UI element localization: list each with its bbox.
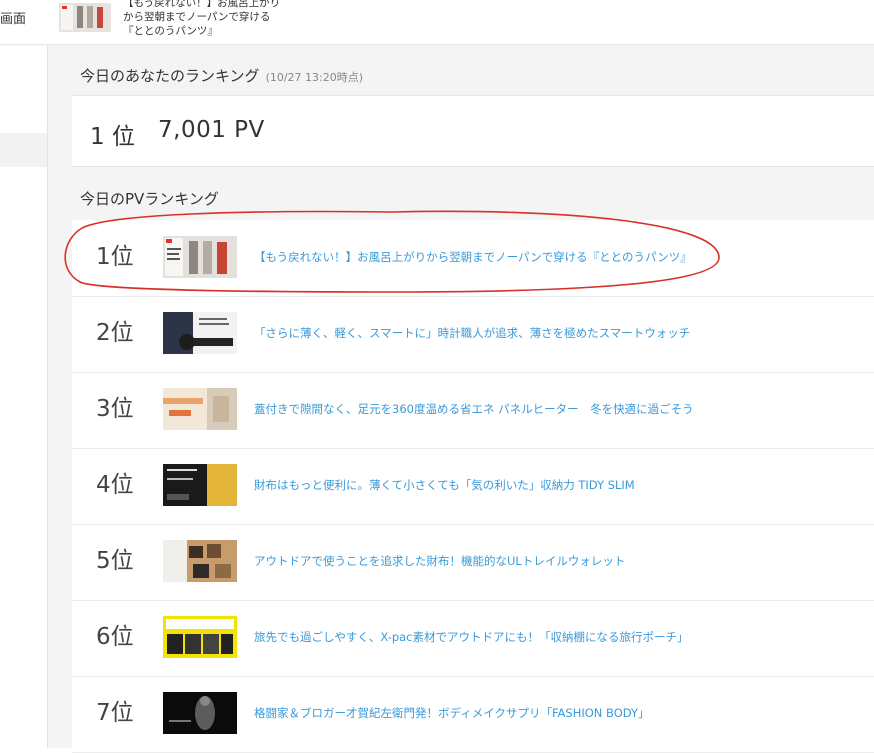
my-ranking-card: 1 位 7,001 PV xyxy=(72,95,874,167)
ranking-item-link[interactable]: 「さらに薄く、軽く、スマートに」時計職人が追求、薄さを極めたスマートウォッチ xyxy=(254,325,690,341)
my-pv-value: 7,001 PV xyxy=(158,117,265,143)
item-thumbnail-4[interactable] xyxy=(163,464,237,506)
ranking-item-link[interactable]: 格闘家＆ブロガー才賀紀左衛門発！ボディメイクサプリ「FASHION BODY」 xyxy=(254,705,650,721)
item-thumbnail-2[interactable] xyxy=(163,312,237,354)
rank-label: 7位 xyxy=(96,700,134,726)
top-bar-label: 画面 xyxy=(0,12,27,27)
rank-label: 2位 xyxy=(96,320,134,346)
sidebar-selected-item[interactable] xyxy=(0,133,47,167)
my-rank-value: 1 位 xyxy=(90,124,135,150)
ranking-item-link[interactable]: 蓋付きで隙間なく、足元を360度温める省エネ パネルヒーター 冬を快適に過ごそう xyxy=(254,401,694,417)
ranking-item-link[interactable]: 旅先でも過ごしやすく、X-pac素材でアウトドアにも！「収納棚になる旅行ポーチ」 xyxy=(254,629,689,645)
rank-label: 5位 xyxy=(96,548,134,574)
ranking-row-5: 5位 アウトドアで使うことを追求した財布！機能的なULトレイルウォレット xyxy=(72,524,874,601)
my-ranking-title: 今日のあなたのランキング xyxy=(80,67,260,85)
ranking-item-link[interactable]: 【もう戻れない！】お風呂上がりから翌朝までノーパンで穿ける『ととのうパンツ』 xyxy=(254,249,692,265)
item-thumbnail-1[interactable] xyxy=(163,236,237,278)
ranking-row-3: 3位 蓋付きで隙間なく、足元を360度温める省エネ パネルヒーター 冬を快適に過… xyxy=(72,372,874,449)
rank-label: 1位 xyxy=(96,244,134,270)
ranking-row-2: 2位 「さらに薄く、軽く、スマートに」時計職人が追求、薄さを極めたスマートウォッ… xyxy=(72,296,874,373)
ranking-row-4: 4位 財布はもっと便利に。薄くて小さくても「気の利いた」収納力 TIDY SLI… xyxy=(72,448,874,525)
ranking-row-6: 6位 旅先でも過ごしやすく、X-pac素材でアウトドアにも！「収納棚になる旅行ポ… xyxy=(72,600,874,677)
top-item-thumbnail[interactable] xyxy=(59,3,111,32)
ranking-timestamp: (10/27 13:20時点) xyxy=(265,71,364,84)
main-content: 今日のあなたのランキング (10/27 13:20時点) 1 位 7,001 PV… xyxy=(48,45,874,753)
rank-label: 4位 xyxy=(96,472,134,498)
my-ranking-heading: 今日のあなたのランキング (10/27 13:20時点) xyxy=(80,65,363,86)
ranking-item-link[interactable]: 財布はもっと便利に。薄くて小さくても「気の利いた」収納力 TIDY SLIM xyxy=(254,477,635,493)
item-thumbnail-5[interactable] xyxy=(163,540,237,582)
ranking-row-1: 1位 【もう戻れない！】お風呂上がりから翌朝までノーパンで穿ける『ととのうパンツ… xyxy=(72,220,874,297)
sidebar xyxy=(0,45,48,748)
pv-ranking-heading: 今日のPVランキング xyxy=(80,190,219,208)
top-item-title[interactable]: 【もう戻れない！】お風呂上がりから翌朝までノーパンで穿ける『ととのうパンツ』 xyxy=(123,0,283,38)
ranking-row-7: 7位 格闘家＆ブロガー才賀紀左衛門発！ボディメイクサプリ「FASHION BOD… xyxy=(72,676,874,753)
item-thumbnail-6[interactable] xyxy=(163,616,237,658)
rank-label: 3位 xyxy=(96,396,134,422)
ranking-item-link[interactable]: アウトドアで使うことを追求した財布！機能的なULトレイルウォレット xyxy=(254,553,625,569)
item-thumbnail-7[interactable] xyxy=(163,692,237,734)
rank-label: 6位 xyxy=(96,624,134,650)
top-bar: 画面 【もう戻れない！】お風呂上がりから翌朝までノーパンで穿ける『ととのうパンツ… xyxy=(0,0,874,45)
pv-ranking-list: 1位 【もう戻れない！】お風呂上がりから翌朝までノーパンで穿ける『ととのうパンツ… xyxy=(72,220,874,753)
item-thumbnail-3[interactable] xyxy=(163,388,237,430)
